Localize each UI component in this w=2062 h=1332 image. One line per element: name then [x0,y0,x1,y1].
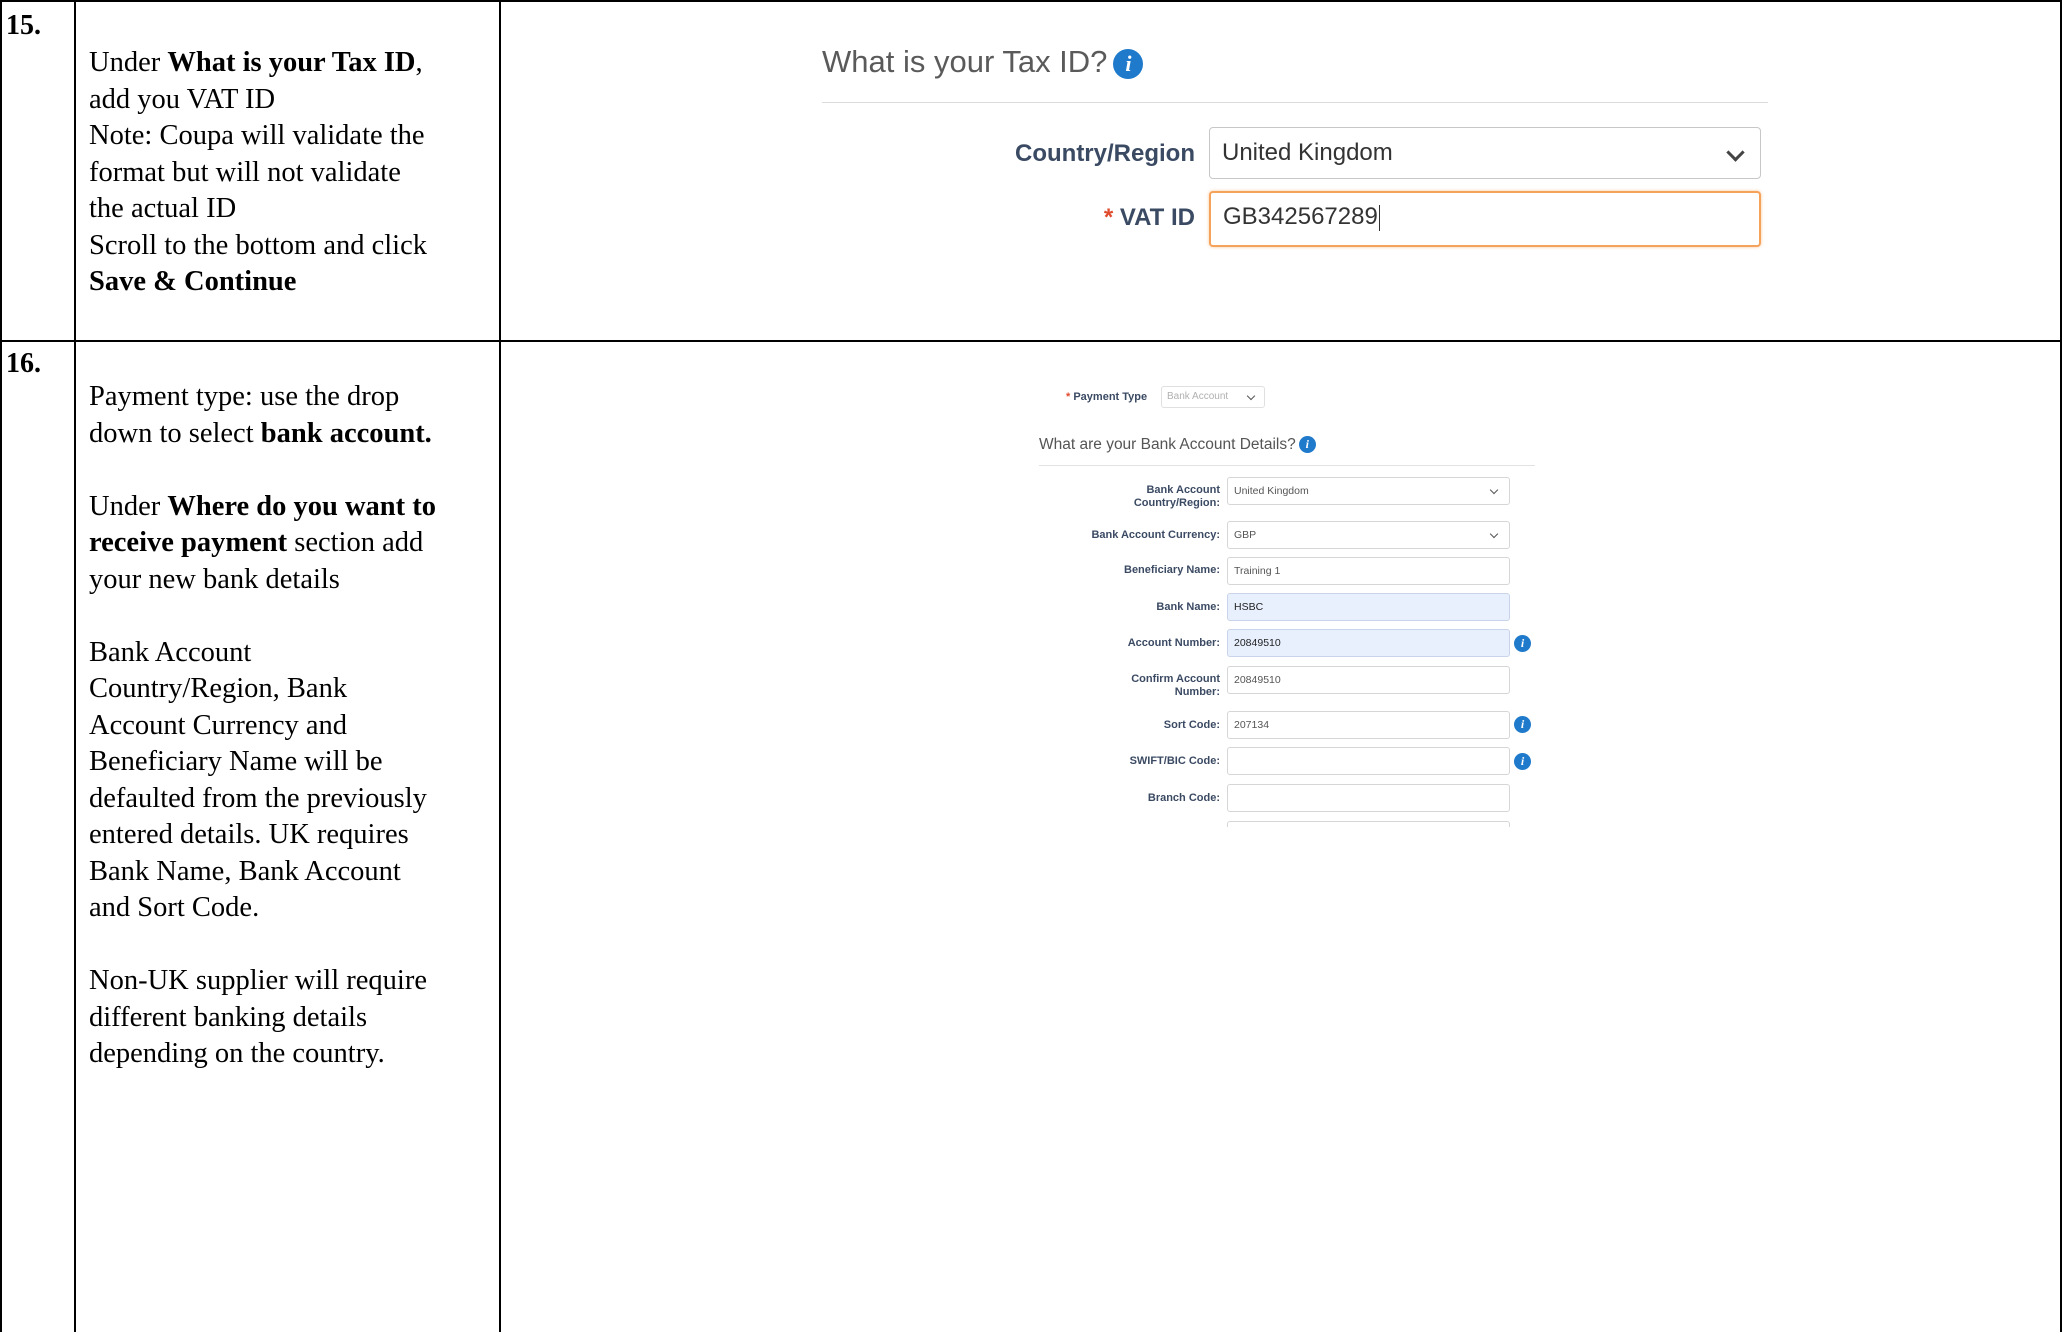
vat-id-input[interactable]: GB342567289 [1209,191,1761,247]
bank-details-heading-text: What are your Bank Account Details? [1039,436,1296,453]
branch-code-label: Branch Code: [1147,792,1220,804]
bank-country-label: Bank Account Country/Region: [1134,484,1220,510]
divider [822,102,1768,103]
number-column-divider [74,0,76,1332]
instruction-text: Payment type: use the drop [89,381,400,412]
instruction-column-divider [499,0,501,1332]
bank-country-value: United Kingdom [1234,485,1309,497]
instruction-text: Account Currency and [89,709,347,741]
instruction-text: format but will not validate [89,156,401,188]
instruction-bold-text: Save & Continue [89,266,297,297]
chevron-down-icon [1246,391,1256,401]
bank-name-input[interactable]: HSBC [1227,593,1510,621]
bank-currency-select[interactable]: GBP [1227,521,1510,549]
instruction-text: Country/Region, Bank [89,673,348,704]
required-marker: * [1103,204,1114,231]
country-region-label: Country/Region [1015,140,1195,167]
bank-name-label: Bank Name: [1156,601,1220,613]
instruction-bold-text: bank account. [260,417,432,449]
info-icon[interactable]: i [1514,716,1531,733]
sort-code-label: Sort Code: [1163,719,1220,731]
cropped-field-edge [1227,821,1510,827]
instruction-bold-text: receive payment [89,527,288,558]
instruction-text: section add [287,527,424,558]
instruction-text: Note: Coupa will validate the [89,120,425,151]
tax-id-heading-text: What is your Tax ID? [822,44,1108,79]
step-instructions: Under What is your Tax ID, add you VAT I… [89,45,427,301]
payment-type-label-text: Payment Type [1073,391,1148,403]
instruction-text: different banking details [89,1001,368,1033]
instruction-text: Bank Account [89,636,252,668]
instruction-text: and Sort Code. [89,892,260,923]
payment-type-label: * Payment Type [1066,391,1147,403]
step-instructions: Payment type: use the drop down to selec… [89,379,436,1073]
country-region-select[interactable]: United Kingdom [1209,127,1761,179]
instruction-text: Beneficiary Name will be [89,746,383,777]
chevron-down-icon [1726,143,1745,162]
payment-type-value: Bank Account [1167,391,1229,402]
confirm-account-number-label: Confirm Account Number: [1131,673,1220,699]
sort-code-input[interactable]: 207134 [1227,711,1510,739]
bank-details-heading: What are your Bank Account Details? i [1039,436,1316,454]
instruction-text: the actual ID [89,193,237,224]
country-region-value: United Kingdom [1222,139,1393,166]
info-icon[interactable]: i [1113,48,1144,79]
instruction-text: defaulted from the previously [89,782,427,814]
bank-currency-value: GBP [1234,529,1257,541]
divider [1039,465,1535,466]
instruction-text: Scroll to the bottom and click [89,229,427,261]
instruction-text: depending on the country. [89,1038,385,1069]
instruction-text: your new bank details [89,563,340,595]
confirm-account-number-input[interactable]: 20849510 [1227,666,1510,694]
instruction-bold-text: Where do you want to [167,490,437,522]
instruction-text: , [415,47,423,78]
vat-id-value: GB342567289 [1223,203,1378,230]
account-number-label: Account Number: [1127,637,1220,649]
branch-code-input[interactable] [1227,784,1510,812]
instruction-text: Under [89,47,168,78]
instruction-text: Non-UK supplier will require [89,965,427,996]
label-line: Country/Region: [1133,497,1220,509]
text-cursor [1378,204,1380,231]
instruction-text: entered details. UK requires [89,819,409,850]
vat-id-label-text: VAT ID [1119,204,1195,231]
instruction-text: down to select [89,417,261,449]
table-top-border [0,0,2062,2]
beneficiary-name-input[interactable]: Training 1 [1227,557,1510,585]
beneficiary-name-label: Beneficiary Name: [1124,564,1220,576]
instruction-bold-text: What is your Tax ID [167,47,416,78]
info-icon[interactable]: i [1514,635,1531,652]
step-number: 16. [6,348,41,379]
label-line: Number: [1174,686,1220,698]
chevron-down-icon [1489,485,1499,495]
swift-bic-label: SWIFT/BIC Code: [1129,755,1220,767]
instruction-text: Under [89,490,168,522]
info-icon[interactable]: i [1514,753,1531,770]
payment-type-select[interactable]: Bank Account [1161,386,1265,408]
label-line: Bank Account [1146,484,1220,496]
bank-currency-label: Bank Account Currency: [1091,529,1220,541]
tax-id-heading: What is your Tax ID? i [822,44,1144,80]
step-number: 15. [6,10,41,41]
chevron-down-icon [1489,529,1499,539]
bank-country-select[interactable]: United Kingdom [1227,477,1510,505]
instruction-text: add you VAT ID [89,83,276,115]
account-number-input[interactable]: 20849510 [1227,629,1510,657]
vat-id-label: * VAT ID [1104,204,1195,232]
row-divider [0,340,2062,342]
instruction-text: Bank Name, Bank Account [89,855,401,887]
table-left-border [0,0,2,1332]
swift-bic-input[interactable] [1227,747,1510,775]
label-line: Confirm Account [1131,673,1220,685]
required-marker: * [1066,391,1071,403]
info-icon[interactable]: i [1298,436,1316,454]
